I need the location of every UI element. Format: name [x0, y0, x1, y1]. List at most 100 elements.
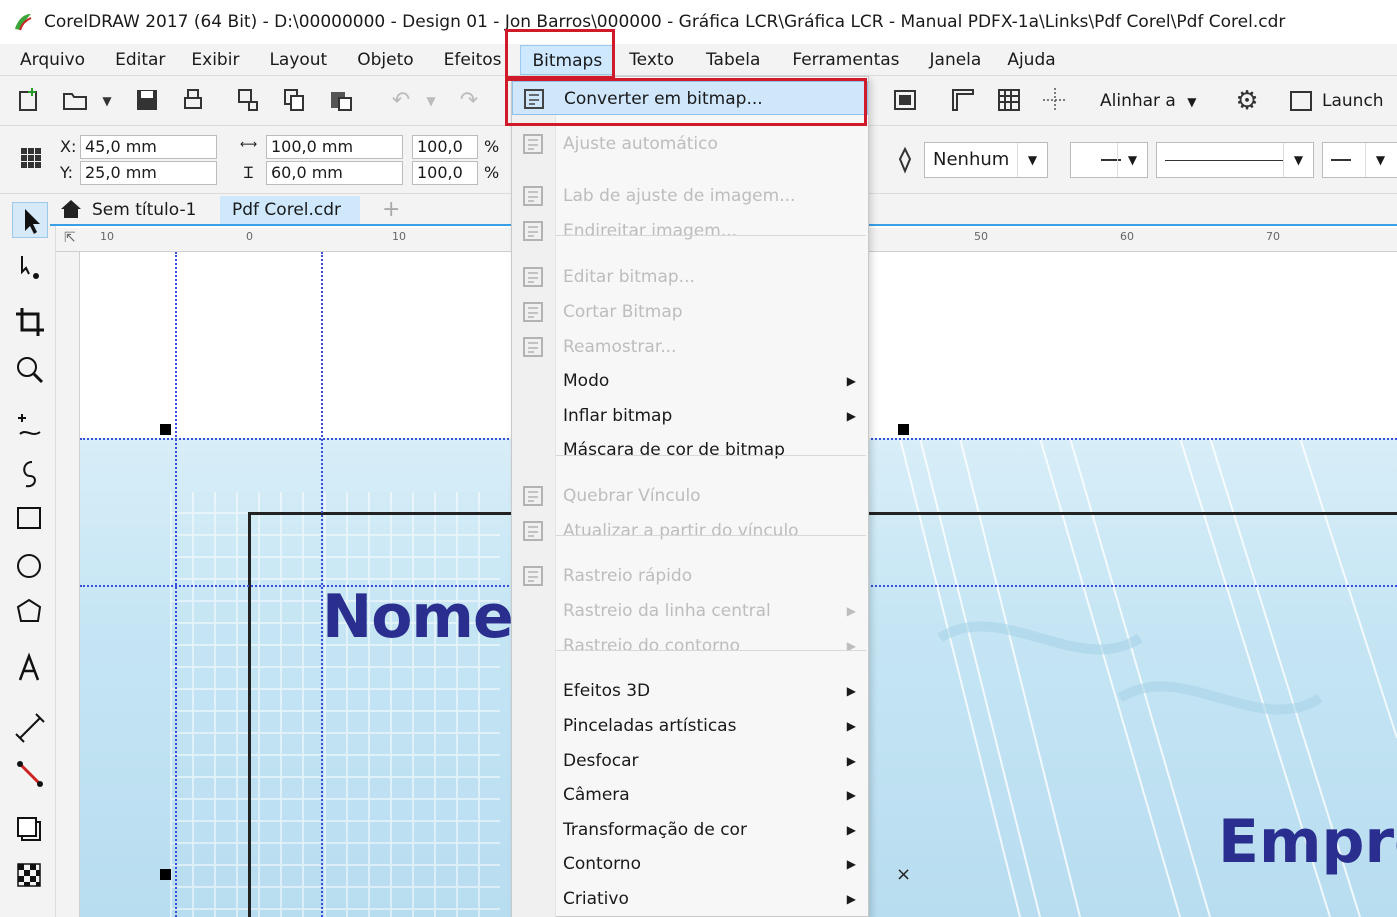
menu-layout[interactable]: Layout	[251, 45, 339, 75]
print-icon[interactable]	[178, 86, 208, 116]
open-folder-icon[interactable]	[60, 86, 90, 116]
options-gear-icon[interactable]: ⚙	[1232, 86, 1262, 116]
menu-item-label: Contorno	[563, 854, 641, 874]
menu-item-inflar-bitmap[interactable]: Inflar bitmap ▶	[512, 399, 868, 433]
menu-item-rastreio-linha-central[interactable]: Rastreio da linha central ▶	[512, 594, 868, 628]
menu-item-lab-de-ajuste[interactable]: Lab de ajuste de imagem...	[512, 179, 868, 213]
menu-item-cortar-bitmap[interactable]: Cortar Bitmap	[512, 295, 868, 329]
full-screen-preview-icon[interactable]	[890, 86, 920, 116]
show-rulers-icon[interactable]	[948, 86, 978, 116]
copy-icon[interactable]	[280, 86, 310, 116]
align-to-dropdown[interactable]: Alinhar a ▼	[1100, 88, 1197, 115]
freehand-tool-icon[interactable]	[12, 408, 48, 444]
menu-item-rastreio-rapido[interactable]: Rastreio rápido	[512, 559, 868, 593]
connector-tool-icon[interactable]	[12, 756, 48, 792]
undo-dropdown-icon[interactable]: ▼	[416, 86, 446, 116]
launch-button[interactable]: Launch	[1290, 88, 1384, 114]
artistic-media-tool-icon[interactable]	[12, 456, 48, 492]
ellipse-tool-icon[interactable]	[12, 548, 48, 584]
submenu-arrow-icon: ▶	[846, 823, 856, 837]
menu-item-label: Ajuste automático	[563, 134, 718, 154]
interactive-fill-tool-icon[interactable]	[12, 858, 48, 894]
menu-item-pinceladas-artisticas[interactable]: Pinceladas artísticas ▶	[512, 709, 868, 743]
menu-item-reamostrar[interactable]: Reamostrar...	[512, 330, 868, 364]
new-document-icon[interactable]	[14, 86, 44, 116]
home-icon[interactable]	[60, 199, 82, 223]
object-origin-icon[interactable]	[16, 144, 46, 174]
rectangle-tool-icon[interactable]	[12, 500, 48, 536]
open-dropdown-icon[interactable]: ▼	[92, 86, 122, 116]
menu-item-editar-bitmap[interactable]: Editar bitmap...	[512, 260, 868, 294]
menu-item-criativo[interactable]: Criativo ▶	[512, 882, 868, 916]
paste-icon[interactable]	[326, 86, 356, 116]
y-label: Y:	[60, 163, 74, 182]
width-field[interactable]: 100,0 mm	[266, 135, 403, 159]
add-tab-button[interactable]: +	[370, 196, 412, 224]
menu-item-quebrar-vinculo[interactable]: Quebrar Vínculo	[512, 479, 868, 513]
toolbox	[0, 194, 56, 917]
menu-texto[interactable]: Texto	[615, 45, 686, 75]
show-grid-icon[interactable]	[994, 86, 1024, 116]
menu-exibir[interactable]: Exibir	[177, 45, 251, 75]
scale-x-field[interactable]: 100,0	[412, 135, 478, 159]
crop-tool-icon[interactable]	[12, 304, 48, 340]
menu-item-efeitos-3d[interactable]: Efeitos 3D ▶	[512, 674, 868, 708]
menu-item-label: Câmera	[563, 785, 630, 805]
polygon-tool-icon[interactable]	[12, 594, 48, 630]
undo-icon[interactable]: ↶	[386, 86, 416, 116]
y-position-field[interactable]: 25,0 mm	[80, 161, 217, 185]
x-position-field[interactable]: 45,0 mm	[80, 135, 217, 159]
end-arrowhead-select[interactable]: ▼	[1322, 142, 1397, 178]
zoom-tool-icon[interactable]	[12, 352, 48, 388]
menu-item-camera[interactable]: Câmera ▶	[512, 778, 868, 812]
menu-item-ajuste-automatico[interactable]: Ajuste automático	[512, 127, 868, 161]
height-field[interactable]: 60,0 mm	[266, 161, 403, 185]
menu-ajuda[interactable]: Ajuda	[993, 45, 1067, 75]
menu-item-transformacao-de-cor[interactable]: Transformação de cor ▶	[512, 813, 868, 847]
text-tool-icon[interactable]	[12, 650, 48, 686]
guideline-vertical[interactable]	[175, 252, 177, 917]
resample-icon	[520, 335, 546, 359]
annotation-box-bitmaps-menu	[505, 29, 615, 79]
menu-item-endireitar-imagem[interactable]: Endireitar imagem...	[512, 214, 868, 248]
scale-x-percent: %	[484, 137, 500, 156]
menu-item-desfocar[interactable]: Desfocar ▶	[512, 744, 868, 778]
arrowhead-line-icon	[1331, 159, 1351, 161]
menu-item-atualizar-vinculo[interactable]: Atualizar a partir do vínculo	[512, 514, 868, 548]
menu-janela[interactable]: Janela	[912, 45, 994, 75]
save-icon[interactable]	[132, 86, 162, 116]
menu-ferramentas[interactable]: Ferramentas	[772, 45, 911, 75]
menu-editar[interactable]: Editar	[97, 45, 177, 75]
menu-item-contorno[interactable]: Contorno ▶	[512, 847, 868, 881]
menu-item-mascara-de-cor[interactable]: Máscara de cor de bitmap	[512, 433, 868, 467]
coreldraw-window: CorelDRAW 2017 (64 Bit) - D:\00000000 - …	[0, 0, 1397, 917]
selection-handle[interactable]	[160, 869, 171, 880]
cut-icon[interactable]	[234, 86, 264, 116]
parallel-dimension-tool-icon[interactable]	[12, 710, 48, 746]
menu-item-label: Lab de ajuste de imagem...	[563, 186, 796, 206]
line-style-select[interactable]: ▼	[1156, 142, 1314, 178]
pick-tool-icon[interactable]	[12, 202, 48, 238]
menu-arquivo[interactable]: Arquivo	[0, 45, 97, 75]
scale-y-field[interactable]: 100,0	[412, 161, 478, 185]
menu-item-label: Reamostrar...	[563, 337, 677, 357]
ruler-origin-icon[interactable]: ⇱	[64, 230, 76, 246]
tab-sem-titulo[interactable]: Sem título-1	[80, 196, 208, 224]
selection-handle[interactable]	[898, 424, 909, 435]
selection-handle[interactable]	[160, 424, 171, 435]
menu-item-rastreio-contorno[interactable]: Rastreio do contorno ▶	[512, 629, 868, 663]
start-arrowhead-select[interactable]: ▼	[1070, 142, 1148, 178]
menu-tabela[interactable]: Tabela	[686, 45, 772, 75]
shape-tool-icon[interactable]	[12, 250, 48, 286]
menu-item-label: Transformação de cor	[563, 820, 747, 840]
menu-item-modo[interactable]: Modo ▶	[512, 364, 868, 398]
redo-icon[interactable]: ↷	[454, 86, 484, 116]
submenu-arrow-icon: ▶	[846, 374, 856, 388]
menu-efeitos[interactable]: Efeitos	[426, 45, 514, 75]
submenu-arrow-icon: ▶	[846, 788, 856, 802]
outline-width-select[interactable]: Nenhum ▼	[924, 142, 1048, 178]
drop-shadow-tool-icon[interactable]	[12, 812, 48, 848]
show-guidelines-icon[interactable]	[1040, 86, 1070, 116]
menu-objeto[interactable]: Objeto	[339, 45, 425, 75]
tab-pdf-corel[interactable]: Pdf Corel.cdr	[220, 196, 360, 224]
